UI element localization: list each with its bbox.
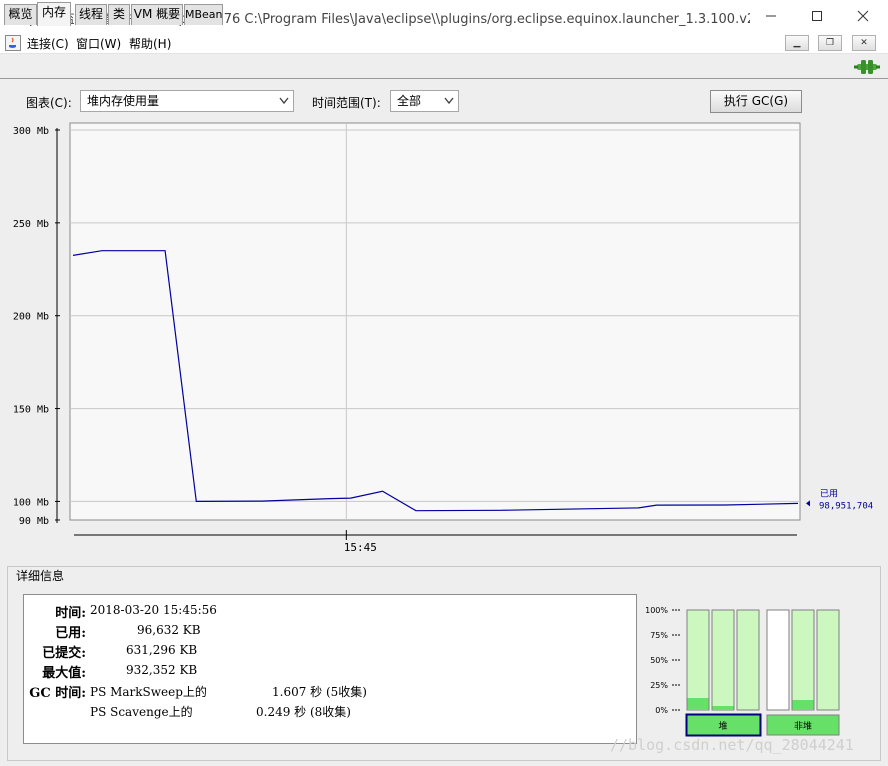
- menu-connection[interactable]: 连接(C): [27, 35, 69, 52]
- detail-committed-value: 631,296 KB: [126, 643, 198, 657]
- legend-used-value: 98,951,704: [819, 501, 873, 511]
- chart-selector-label: 图表(C):: [26, 96, 72, 110]
- nonheap-pool-bar: [816, 609, 840, 711]
- internal-frame-icon[interactable]: [5, 35, 21, 51]
- connection-status-icon: [854, 60, 880, 74]
- menu-help[interactable]: 帮助(H): [129, 35, 171, 52]
- minimize-button[interactable]: [748, 0, 794, 32]
- detail-max-key: 最大值:: [42, 666, 86, 681]
- percent-tick-label: 75%: [650, 631, 668, 640]
- tab-overview[interactable]: 概览: [4, 4, 37, 25]
- detail-committed-key: 已提交:: [42, 646, 86, 661]
- detail-used-key: 已用:: [55, 626, 86, 641]
- maximize-icon: [812, 11, 822, 21]
- close-icon: [857, 10, 869, 22]
- nonheap-pool-bar-used: [792, 700, 814, 710]
- tab-memory[interactable]: 内存: [37, 2, 71, 26]
- heap-memory-chart: 300 Mb 250 Mb 200 Mb 150 Mb 100 Mb 90 Mb 15:45…: [13, 122, 873, 554]
- heap-button-label: 堆: [718, 721, 727, 732]
- detail-used-value: 96,632 KB: [137, 623, 201, 637]
- chevron-down-icon: [444, 97, 454, 105]
- tab-vm-summary[interactable]: VM 概要: [131, 4, 183, 25]
- internal-restore-button[interactable]: ❐: [818, 35, 842, 51]
- perform-gc-button[interactable]: 执行 GC(G): [710, 90, 802, 113]
- time-range-selector[interactable]: 全部: [390, 90, 459, 112]
- heap-pool-bar-used: [712, 706, 734, 710]
- chart-selector-value: 堆内存使用量: [87, 94, 160, 108]
- minimize-icon: [766, 15, 776, 17]
- minimize-icon: ▁: [793, 38, 801, 48]
- gc-collector-name: PS Scavenge上的: [90, 705, 193, 719]
- close-button[interactable]: [840, 0, 886, 32]
- tab-classes[interactable]: 类: [108, 4, 130, 25]
- y-tick-label: 150 Mb: [13, 405, 49, 416]
- detail-gc-time-key: GC 时间:: [29, 686, 86, 701]
- heap-pool-bar: [736, 609, 760, 711]
- chart-selector[interactable]: 堆内存使用量: [80, 90, 294, 112]
- plot-area: [69, 122, 801, 521]
- heap-pool-bar: [711, 609, 735, 711]
- y-tick-label: 100 Mb: [13, 497, 49, 508]
- menu-bar: 连接(C) 窗口(W) 帮助(H): [0, 32, 888, 54]
- menu-window[interactable]: 窗口(W): [76, 35, 121, 52]
- tab-threads[interactable]: 线程: [75, 4, 107, 25]
- heap-pool-bar: [686, 609, 710, 711]
- percent-tick-label: 25%: [650, 681, 668, 690]
- close-icon: ✕: [860, 38, 868, 48]
- y-tick-label: 250 Mb: [13, 219, 49, 230]
- time-range-label: 时间范围(T):: [312, 96, 381, 110]
- percent-tick-label: 100%: [645, 606, 668, 615]
- y-tick-label: 90 Mb: [19, 516, 49, 527]
- memory-pools-bar-chart: 100% 75% 50% 25% 0% 堆 非堆: [645, 606, 840, 737]
- y-tick-label: 200 Mb: [13, 312, 49, 323]
- maximize-button[interactable]: [794, 0, 840, 32]
- restore-icon: ❐: [825, 38, 835, 48]
- detail-max-value: 932,352 KB: [126, 663, 198, 677]
- details-title: 详细信息: [14, 567, 67, 584]
- nonheap-pool-bar: [791, 609, 815, 711]
- internal-close-button[interactable]: ✕: [852, 35, 876, 51]
- x-tick-label: 15:45: [344, 541, 377, 554]
- tab-mbean[interactable]: MBean: [184, 4, 223, 25]
- percent-tick-label: 0%: [655, 706, 668, 715]
- percent-tick-label: 50%: [650, 656, 668, 665]
- gc-collector-time: 1.607 秒 (5收集): [272, 685, 367, 699]
- internal-minimize-button[interactable]: ▁: [785, 35, 809, 51]
- heap-pool-bar-used: [687, 698, 709, 710]
- nonheap-pool-bar: [766, 609, 790, 711]
- time-range-value: 全部: [397, 94, 422, 108]
- details-panel: 时间: 2018-03-20 15:45:56 已用: 96,632 KB 已提…: [23, 594, 637, 744]
- detail-time-value: 2018-03-20 15:45:56: [90, 603, 217, 617]
- tab-bar: [0, 54, 888, 79]
- watermark: //blog.csdn.net/qq_28044241: [610, 736, 854, 754]
- gc-collector-name: PS MarkSweep上的: [90, 685, 207, 699]
- detail-time-key: 时间:: [55, 606, 86, 621]
- current-value-marker: [806, 500, 810, 507]
- nonheap-button-label: 非堆: [794, 720, 812, 732]
- chevron-down-icon: [279, 97, 289, 105]
- gc-collector-time: 0.249 秒 (8收集): [256, 705, 351, 719]
- y-tick-label: 300 Mb: [13, 126, 49, 137]
- legend-used-label: 已用: [820, 488, 838, 499]
